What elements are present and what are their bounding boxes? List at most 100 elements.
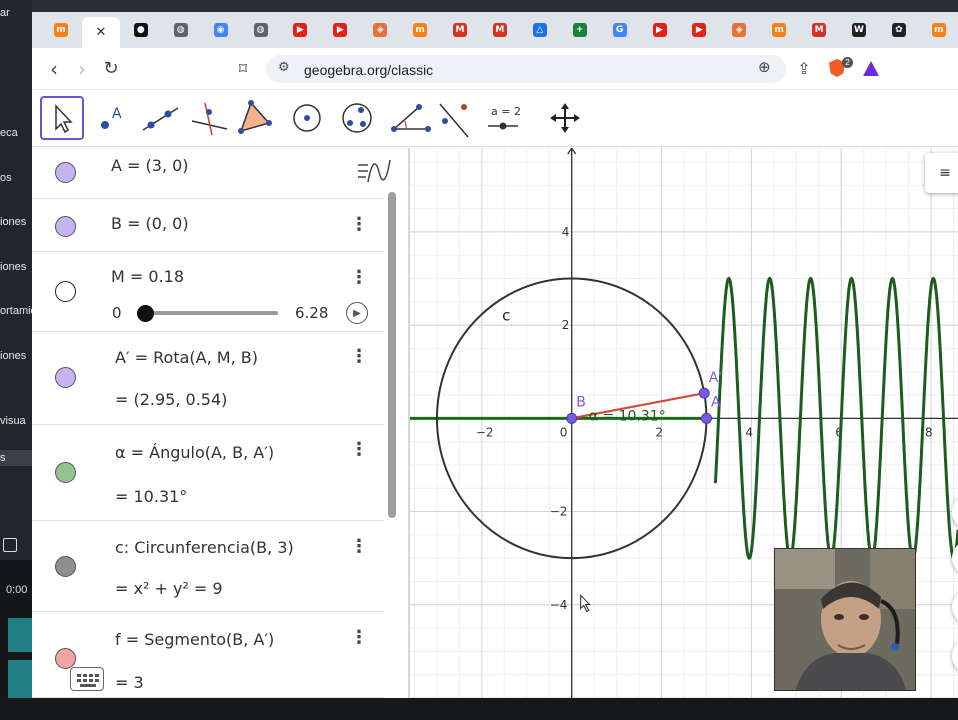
globe-icon: ◍ — [253, 23, 268, 37]
sidebar-item[interactable]: visua — [0, 415, 26, 427]
reload-icon[interactable]: ↻ — [99, 57, 123, 81]
algebra-definition[interactable]: α = Ángulo(A, B, A′) — [115, 443, 274, 462]
browser-tab[interactable]: ▶ — [647, 19, 673, 41]
browser-tab[interactable]: ▶ — [287, 19, 313, 41]
slider-knob[interactable] — [137, 305, 155, 322]
more-options-icon[interactable]: ⋮ — [350, 214, 368, 235]
address-bar[interactable]: ⚙ geogebra.org/classic ⊕ — [266, 55, 786, 83]
algebra-row[interactable]: A′ = Rota(A, M, B) = (2.95, 0.54) ⋮ — [32, 332, 384, 425]
browser-tab[interactable]: m — [926, 19, 952, 41]
algebra-definition[interactable]: f = Segmento(B, A′) — [115, 630, 274, 649]
algebra-row[interactable]: B = (0, 0) ⋮ — [32, 199, 384, 252]
move-tool-icon — [40, 96, 84, 140]
visibility-toggle[interactable] — [55, 162, 76, 183]
sidebar-item[interactable]: ar — [0, 7, 10, 19]
slider-max: 6.28 — [295, 304, 329, 322]
video-clip[interactable] — [8, 660, 32, 698]
more-options-icon[interactable]: ⋮ — [350, 627, 368, 648]
play-icon[interactable]: ▶ — [346, 302, 368, 324]
browser-tab[interactable]: G — [607, 19, 633, 41]
browser-tab[interactable]: ◈ — [367, 19, 393, 41]
more-options-icon[interactable]: ⋮ — [350, 536, 368, 557]
close-icon[interactable]: ✕ — [94, 25, 108, 40]
algebra-value: = (2.95, 0.54) — [115, 390, 228, 409]
more-options-icon[interactable]: ⋮ — [350, 439, 368, 460]
browser-tab[interactable]: ▶ — [686, 19, 712, 41]
y-tick-label: −2 — [550, 505, 568, 519]
browser-tab[interactable]: ● — [128, 19, 154, 41]
algebra-menu-icon[interactable] — [352, 150, 404, 194]
browser-tab[interactable]: △ — [527, 19, 553, 41]
slider-track[interactable] — [140, 311, 278, 315]
browser-tab[interactable]: ✿ — [886, 19, 912, 41]
algebra-row[interactable]: A = (3, 0) — [32, 148, 384, 199]
point-A-prime-label: A' — [709, 370, 722, 386]
visibility-toggle[interactable] — [55, 216, 76, 237]
algebra-definition[interactable]: A′ = Rota(A, M, B) — [115, 348, 258, 367]
algebra-definition[interactable]: c: Circunferencia(B, 3) — [115, 538, 294, 557]
browser-tab[interactable]: M — [447, 19, 473, 41]
algebra-definition[interactable]: M = 0.18 — [111, 267, 184, 286]
sidebar-item[interactable]: iones — [0, 216, 26, 228]
algebra-scrollbar[interactable] — [388, 192, 396, 518]
visibility-toggle[interactable] — [55, 556, 76, 577]
drive-icon: △ — [532, 23, 547, 37]
back-icon[interactable]: ‹ — [42, 57, 66, 81]
browser-tab[interactable]: ◍ — [168, 19, 194, 41]
browser-tab[interactable]: ◈ — [726, 19, 752, 41]
algebra-row[interactable]: c: Circunferencia(B, 3) = x² + y² = 9 ⋮ — [32, 521, 384, 612]
browser-tab[interactable]: M — [487, 19, 513, 41]
site-settings-icon[interactable]: ⚙ — [278, 60, 290, 75]
gmail-icon: M — [812, 23, 827, 37]
browser-tab[interactable]: ◍ — [248, 19, 274, 41]
geogebra-toolbar: A a = 2 — [32, 91, 958, 147]
algebra-row[interactable]: M = 0.18 ⋮ 0 6.28 ▶ — [32, 252, 384, 332]
browser-tab[interactable]: m — [407, 19, 433, 41]
browser-tab[interactable]: m — [48, 19, 74, 41]
forward-icon[interactable]: › — [70, 57, 94, 81]
browser-tab[interactable]: M — [806, 19, 832, 41]
youtube-icon: ▶ — [652, 23, 667, 37]
youtube-icon: ▶ — [333, 23, 348, 37]
panel-icon[interactable] — [3, 538, 17, 552]
visibility-toggle[interactable] — [55, 648, 76, 669]
browser-tab[interactable]: ▶ — [327, 19, 353, 41]
active-tab[interactable]: ✕ — [81, 17, 120, 48]
sidebar-item[interactable]: iones — [0, 350, 26, 362]
sidebar-item[interactable]: s — [0, 450, 32, 466]
screen: 0:00 ar eca os iones iones ortamic iones visua s… — [0, 0, 958, 720]
browser-tab[interactable]: ◉ — [208, 19, 234, 41]
more-options-icon[interactable]: ⋮ — [350, 346, 368, 367]
sidebar-item[interactable]: eca — [0, 127, 18, 139]
browser-tab[interactable]: m — [766, 19, 792, 41]
zoom-icon[interactable]: ⊕ — [758, 58, 771, 76]
sidebar-item[interactable]: iones — [0, 261, 26, 273]
keyboard-icon[interactable] — [70, 667, 104, 691]
perpendicular-tool-icon — [191, 102, 228, 136]
x-tick-label: 2 — [656, 425, 664, 439]
video-clip[interactable] — [8, 618, 32, 652]
share-icon[interactable]: ⇪ — [792, 57, 816, 81]
angle-tool-icon — [391, 104, 431, 132]
algebra-row[interactable]: α = Ángulo(A, B, A′) = 10.31° ⋮ — [32, 425, 384, 521]
graphics-style-icon[interactable]: ≡ — [925, 153, 958, 193]
algebra-definition[interactable]: B = (0, 0) — [111, 214, 189, 233]
algebra-value: = 10.31° — [115, 487, 188, 506]
bookmark-icon[interactable]: ⌑ — [231, 57, 255, 81]
algebra-definition[interactable]: A = (3, 0) — [111, 156, 189, 175]
algebra-value: = x² + y² = 9 — [115, 579, 223, 598]
shield-icon: ◈ — [373, 23, 388, 37]
visibility-toggle[interactable] — [55, 462, 76, 483]
x-tick-label: 0 — [560, 425, 568, 439]
more-options-icon[interactable]: ⋮ — [350, 267, 368, 288]
visibility-toggle[interactable] — [55, 281, 76, 302]
sidebar-item[interactable]: ortamic — [0, 305, 32, 317]
sidebar-item[interactable]: os — [0, 172, 12, 184]
browser-tab[interactable]: W — [846, 19, 872, 41]
browser-tab[interactable]: + — [567, 19, 593, 41]
rewards-icon[interactable] — [863, 61, 879, 76]
moodle-icon: m — [931, 23, 946, 37]
y-tick-label: −4 — [550, 598, 568, 612]
slider-tool-icon: a = 2 — [488, 105, 521, 130]
visibility-toggle[interactable] — [55, 367, 76, 388]
